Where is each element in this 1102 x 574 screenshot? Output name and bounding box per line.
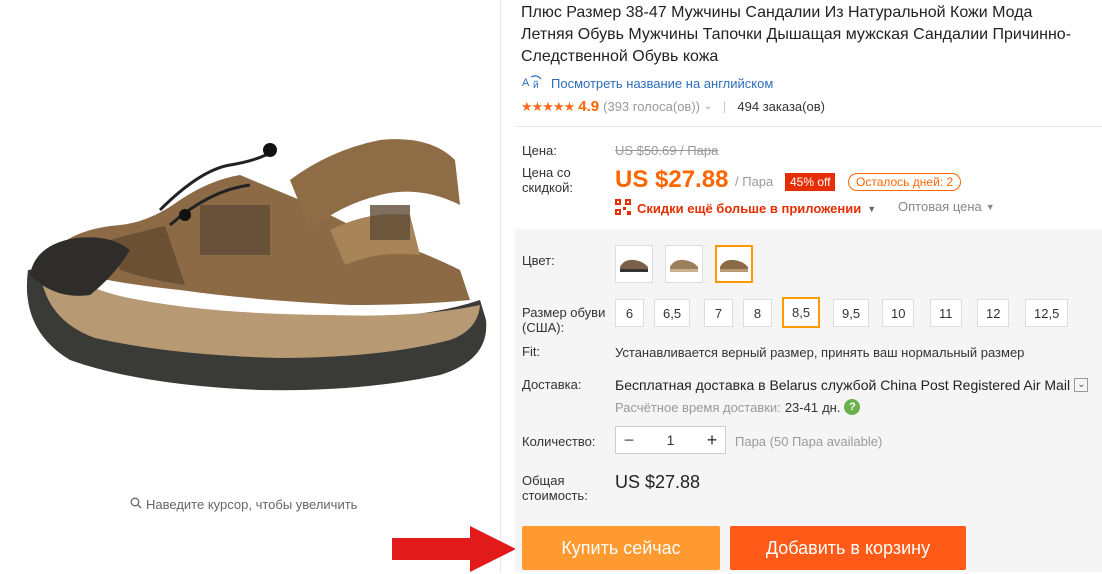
plus-button[interactable]: + (699, 430, 725, 451)
title-line: Плюс Размер 38-47 Мужчины Сандалии Из На… (521, 4, 1033, 21)
product-gallery (0, 0, 500, 572)
shipping-label: Доставка: (522, 377, 582, 392)
caret-down-icon: ▼ (985, 201, 995, 212)
zoom-hint: Наведите курсор, чтобы увеличить (130, 497, 357, 512)
separator (724, 100, 726, 113)
wholesale-price-text[interactable]: Оптовая цена (898, 199, 982, 214)
old-price: US $50.69 / Пара (615, 143, 719, 158)
size-option[interactable]: 7 (704, 299, 733, 327)
product-title: Плюс Размер 38-47 Мужчины Сандалии Из На… (521, 2, 1102, 68)
size-option[interactable]: 11 (930, 299, 962, 327)
product-image[interactable] (0, 0, 500, 480)
days-left-badge: Осталось дней: 2 (848, 173, 962, 191)
quantity-input[interactable]: 1 (642, 432, 699, 448)
delivery-estimate-value: 23-41 (784, 399, 819, 415)
quantity-hint: Пара (50 Пара available) (735, 434, 883, 449)
color-swatch-selected[interactable] (715, 245, 753, 283)
translate-icon: Aй (521, 74, 545, 93)
zoom-hint-text: Наведите курсор, чтобы увеличить (146, 497, 358, 512)
star-rating-icon: ★★★★★ (521, 98, 575, 114)
discount-badge: 45% off (785, 173, 836, 191)
divider (500, 0, 501, 572)
size-option[interactable]: 6,5 (654, 299, 691, 327)
add-to-cart-button[interactable]: Добавить в корзину (730, 526, 966, 570)
total-label-line: Общая (522, 473, 565, 488)
discount-price-label-line: скидкой: (522, 180, 573, 195)
total-label: Общая стоимость: (522, 473, 588, 503)
discount-price-label-line: Цена со (522, 165, 571, 180)
current-price: US $27.88 (615, 166, 729, 193)
size-label-line: (США): (522, 320, 565, 335)
size-option[interactable]: 10 (882, 299, 915, 327)
quantity-stepper: − 1 + (615, 426, 726, 454)
color-swatch[interactable] (665, 245, 703, 283)
chevron-down-icon[interactable]: ⌄ (704, 101, 712, 112)
rating-votes[interactable]: (393 голоса(ов)) (603, 99, 700, 114)
size-option[interactable]: 9,5 (833, 299, 870, 327)
help-icon[interactable]: ? (844, 399, 861, 415)
size-option[interactable]: 12 (977, 299, 1010, 327)
translate-link-text[interactable]: Посмотреть название на английском (551, 76, 773, 91)
app-discount-link[interactable]: Скидки ещё больше в приложении ▼ (615, 199, 876, 218)
rating-score: 4.9 (578, 98, 600, 115)
qr-code-icon (615, 199, 631, 218)
size-label-line: Размер обуви (522, 305, 606, 320)
shipping-method[interactable]: Бесплатная доставка в Belarus службой Ch… (615, 377, 1089, 393)
discount-price-label: Цена со скидкой: (522, 165, 573, 195)
divider (515, 126, 1102, 127)
fit-label: Fit: (522, 344, 541, 359)
size-label: Размер обуви (США): (522, 305, 605, 335)
delivery-estimate-label: Расчётное время доставки: (615, 399, 781, 415)
total-label-line: стоимость: (522, 488, 588, 503)
translate-link[interactable]: Aй Посмотреть название на английском (521, 74, 773, 93)
svg-text:й: й (533, 80, 539, 90)
total-price: US $27.88 (615, 472, 701, 492)
minus-button[interactable]: − (616, 430, 642, 451)
app-discount-text[interactable]: Скидки ещё больше в приложении (637, 201, 861, 216)
size-option[interactable]: 12,5 (1025, 299, 1069, 327)
size-option[interactable]: 8 (743, 299, 772, 327)
svg-text:A: A (522, 77, 530, 89)
arrow-annotation-icon (392, 526, 516, 572)
orders-count: 494 заказа(ов) (737, 99, 825, 114)
size-option-selected[interactable]: 8,5 (782, 297, 821, 328)
price-unit: / Пара (735, 174, 774, 189)
chevron-down-icon[interactable]: ⌄ (1074, 378, 1089, 392)
fit-text: Устанавливается верный размер, принять в… (615, 345, 1025, 360)
color-swatch[interactable] (615, 245, 653, 283)
delivery-estimate-unit: дн. (822, 399, 841, 415)
shipping-method-text[interactable]: Бесплатная доставка в Belarus службой Ch… (615, 377, 1070, 393)
rating-row: ★★★★★ 4.9 (393 голоса(ов)) ⌄ 494 заказа(… (521, 98, 825, 115)
buy-now-button[interactable]: Купить сейчас (522, 526, 720, 570)
quantity-label: Количество: (522, 434, 596, 449)
wholesale-price-link[interactable]: Оптовая цена ▼ (898, 199, 995, 214)
title-line: Следственной Обувь кожа (521, 48, 719, 65)
size-option[interactable]: 6 (615, 299, 644, 327)
magnifier-icon (130, 497, 142, 512)
caret-down-icon: ▼ (867, 203, 877, 214)
price-label: Цена: (522, 143, 557, 158)
title-line: Летняя Обувь Мужчины Тапочки Дышащая муж… (521, 26, 1072, 43)
color-label: Цвет: (522, 253, 555, 268)
delivery-estimate: Расчётное время доставки: 23-41 дн. ? (615, 399, 861, 415)
